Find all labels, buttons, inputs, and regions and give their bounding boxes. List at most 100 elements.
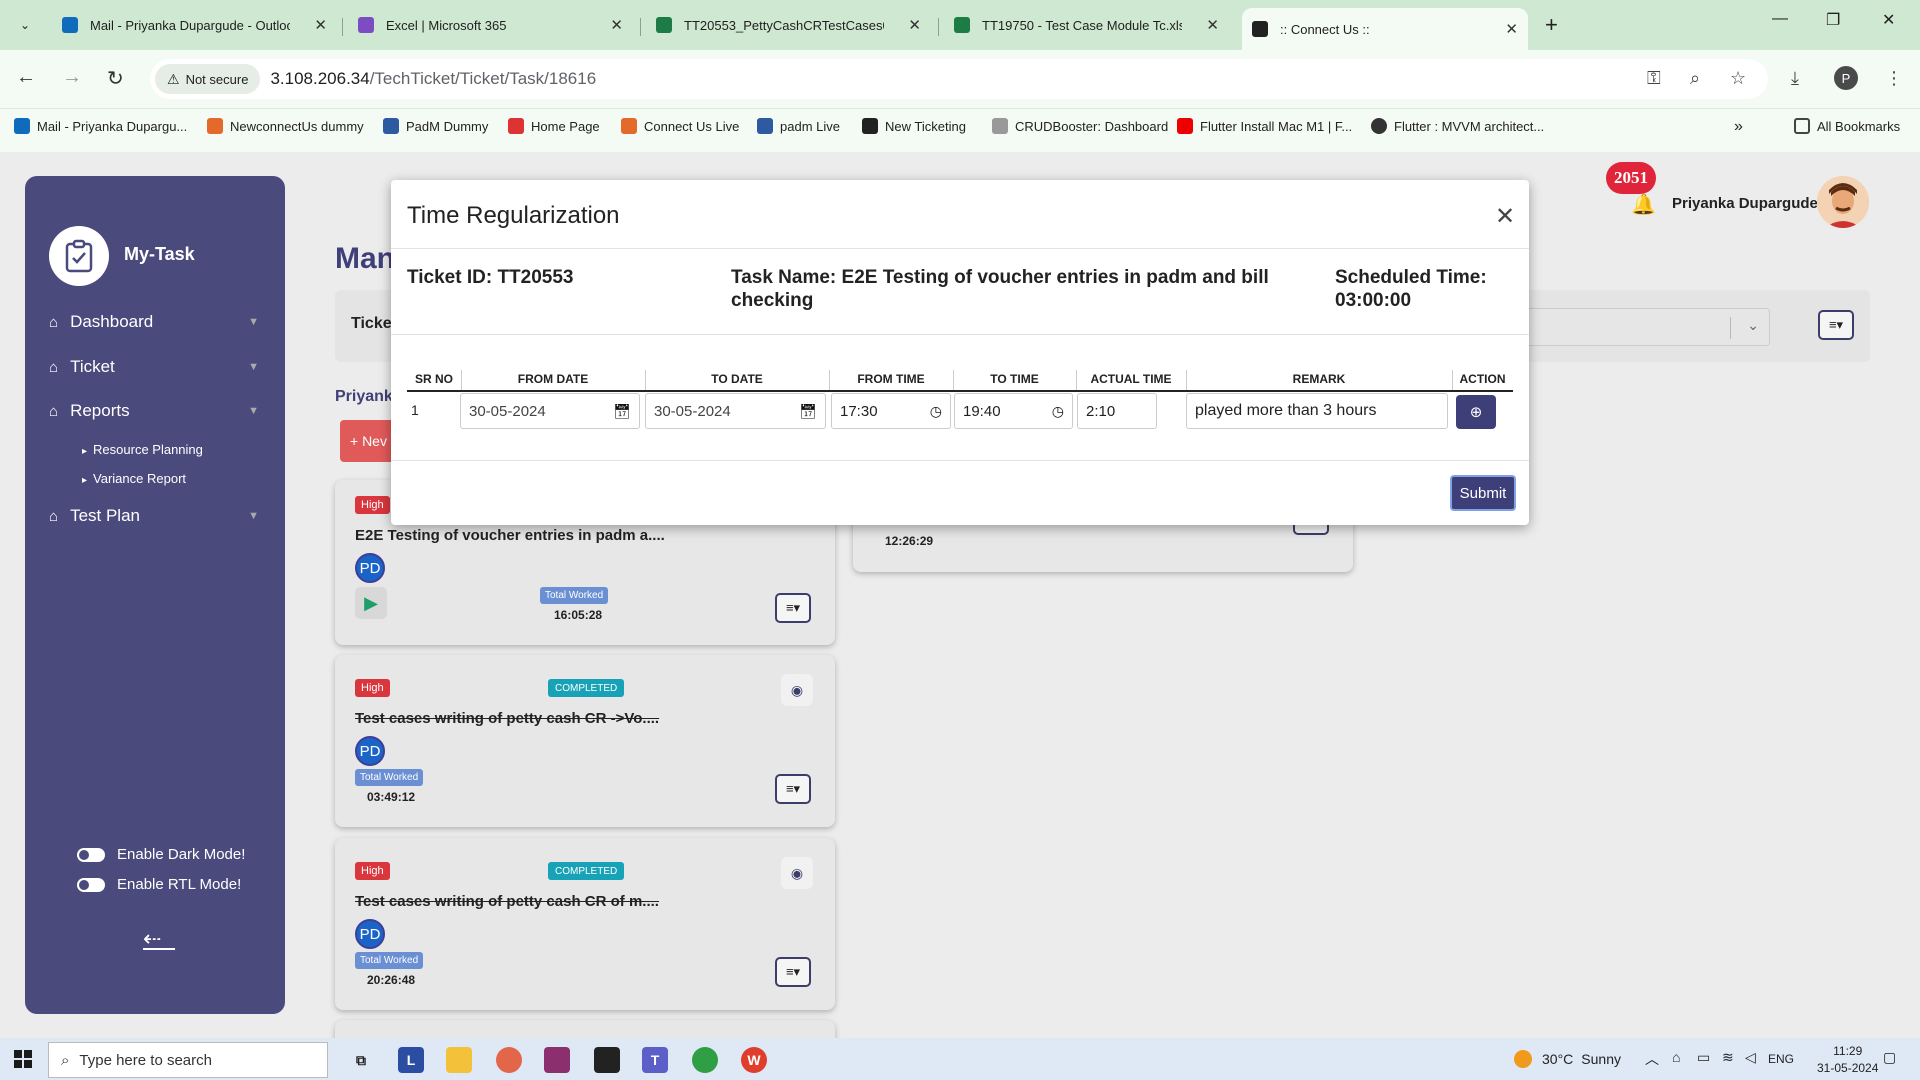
address-bar[interactable]: ⚠ Not secure 3.108.206.34/TechTicket/Tic… xyxy=(150,59,1768,99)
clock-icon[interactable]: ◷ xyxy=(930,403,942,420)
kebab-menu-icon[interactable]: ⋮ xyxy=(1885,68,1903,89)
close-tab-icon[interactable]: ✕ xyxy=(1505,20,1518,38)
zoom-icon[interactable]: ⌕ xyxy=(1690,68,1700,89)
clock-icon[interactable]: ◷ xyxy=(1052,403,1064,420)
profile-avatar[interactable]: P xyxy=(1834,66,1858,90)
close-window-icon[interactable]: ✕ xyxy=(1882,10,1895,30)
sidebar-sub-variance-report[interactable]: Variance Report xyxy=(82,471,186,486)
rtl-mode-toggle-row[interactable]: Enable RTL Mode! xyxy=(77,876,241,893)
eye-icon[interactable]: ◉ xyxy=(781,674,813,706)
tab-outlook[interactable]: Mail - Priyanka Dupargude - Outlook ✕ xyxy=(52,8,337,42)
bookmark-item[interactable]: CRUDBooster: Dashboard xyxy=(992,118,1168,134)
close-tab-icon[interactable]: ✕ xyxy=(908,16,921,34)
filter-menu-button[interactable]: ≡▾ xyxy=(1818,310,1854,340)
bookmark-item[interactable]: NewconnectUs dummy xyxy=(207,118,364,134)
task-card[interactable]: High COMPLETED ◉ Test cases writing of p… xyxy=(335,655,835,827)
bookmark-item[interactable]: Home Page xyxy=(508,118,600,134)
more-bookmarks-chevron-icon[interactable]: » xyxy=(1734,118,1743,136)
dark-mode-toggle[interactable] xyxy=(77,847,105,862)
calendar-icon[interactable]: 📅︎ xyxy=(613,403,631,420)
network-icon[interactable]: ⌂ xyxy=(1672,1049,1680,1065)
card-menu-button[interactable]: ≡▾ xyxy=(775,957,811,987)
close-tab-icon[interactable]: ✕ xyxy=(1206,16,1219,34)
wifi-icon[interactable]: ≋ xyxy=(1722,1049,1734,1066)
to-time-input[interactable]: 19:40 ◷ xyxy=(954,393,1073,429)
sidebar-item-ticket[interactable]: ⌂ Ticket ▼ xyxy=(49,357,259,377)
task-title[interactable]: Test cases writing of petty cash CR ->Vo… xyxy=(355,710,659,727)
bookmark-item[interactable]: Mail - Priyanka Dupargu... xyxy=(14,118,187,134)
windows-start-icon[interactable] xyxy=(14,1050,32,1068)
user-name[interactable]: Priyanka Dupargude xyxy=(1672,195,1818,212)
add-row-button[interactable]: ⊕ xyxy=(1456,395,1496,429)
tab-petty-cash-xlsx[interactable]: TT20553_PettyCashCRTestCases09 (1) ✕ xyxy=(646,8,931,42)
bookmark-item[interactable]: Connect Us Live xyxy=(621,118,739,134)
volume-icon[interactable]: ◁ xyxy=(1745,1049,1756,1066)
wps-office-icon[interactable]: W xyxy=(741,1047,767,1073)
submit-button[interactable]: Submit xyxy=(1450,475,1516,511)
bookmark-item[interactable]: New Ticketing xyxy=(862,118,966,134)
all-bookmarks[interactable]: All Bookmarks xyxy=(1794,118,1900,134)
back-arrow-icon[interactable]: ← xyxy=(16,66,36,89)
tray-chevron-icon[interactable]: ︿ xyxy=(1645,1049,1659,1069)
task-card[interactable]: High COMPLETED ◉ Test cases writing of p… xyxy=(335,838,835,1010)
sidebar-item-reports[interactable]: ⌂ Reports ▼ xyxy=(49,401,259,421)
sticky-notes-icon[interactable] xyxy=(594,1047,620,1073)
notification-center-icon[interactable]: ▢ xyxy=(1883,1049,1896,1066)
play-icon[interactable]: ▶ xyxy=(355,587,387,619)
taskbar-search-input[interactable]: ⌕ Type here to search xyxy=(48,1042,328,1078)
url-text[interactable]: 3.108.206.34/TechTicket/Ticket/Task/1861… xyxy=(270,69,596,89)
tab-excel-365[interactable]: Excel | Microsoft 365 ✕ xyxy=(348,8,633,42)
language-indicator[interactable]: ENG xyxy=(1768,1052,1794,1066)
from-date-input[interactable]: 30-05-2024 📅︎ xyxy=(460,393,640,429)
teams-icon[interactable]: T xyxy=(642,1047,668,1073)
bookmark-item[interactable]: Flutter : MVVM architect... xyxy=(1371,118,1544,134)
close-tab-icon[interactable]: ✕ xyxy=(314,16,327,34)
notification-count-badge[interactable]: 2051 xyxy=(1606,162,1656,194)
eye-icon[interactable]: ◉ xyxy=(781,857,813,889)
card-menu-button[interactable]: ≡▾ xyxy=(775,593,811,623)
sidebar-item-test-plan[interactable]: ⌂ Test Plan ▼ xyxy=(49,506,259,526)
calendar-icon[interactable]: 📅︎ xyxy=(799,403,817,420)
sidebar-sub-resource-planning[interactable]: Resource Planning xyxy=(82,442,203,457)
tab-search-chevron-icon[interactable]: ⌄ xyxy=(12,12,38,38)
l-app-icon[interactable]: L xyxy=(398,1047,424,1073)
weather-widget[interactable]: 30°C Sunny xyxy=(1514,1050,1621,1068)
task-title[interactable]: E2E Testing of voucher entries in padm a… xyxy=(355,527,665,544)
chrome-icon[interactable] xyxy=(692,1047,718,1073)
battery-icon[interactable]: ▭ xyxy=(1697,1049,1710,1066)
bookmark-item[interactable]: PadM Dummy xyxy=(383,118,488,134)
bookmark-item[interactable]: Flutter Install Mac M1 | F... xyxy=(1177,118,1352,134)
winrar-icon[interactable] xyxy=(544,1047,570,1073)
close-tab-icon[interactable]: ✕ xyxy=(610,16,623,34)
rtl-mode-toggle[interactable] xyxy=(77,877,105,892)
task-view-icon[interactable]: ⧉ xyxy=(348,1047,374,1073)
reload-icon[interactable]: ↻ xyxy=(107,66,124,91)
card-menu-button[interactable]: ≡▾ xyxy=(775,774,811,804)
avatar[interactable] xyxy=(1817,176,1869,228)
bookmark-item[interactable]: padm Live xyxy=(757,118,840,134)
task-title[interactable]: Test cases writing of petty cash CR of m… xyxy=(355,893,659,910)
filter-select[interactable]: ⌄ xyxy=(1520,308,1770,346)
security-chip[interactable]: ⚠ Not secure xyxy=(155,64,261,94)
actual-time-input[interactable]: 2:10 xyxy=(1077,393,1157,429)
download-icon[interactable]: ⤓ xyxy=(1791,68,1799,89)
firefox-icon[interactable] xyxy=(496,1047,522,1073)
taskbar-clock[interactable]: 11:29 31-05-2024 xyxy=(1817,1043,1878,1077)
restore-icon[interactable]: ❐ xyxy=(1826,10,1840,30)
tab-title: TT19750 - Test Case Module Tc.xlsx xyxy=(982,17,1182,33)
tab-connect-us[interactable]: :: Connect Us :: ✕ xyxy=(1242,8,1528,50)
forward-arrow-icon[interactable]: → xyxy=(62,66,82,89)
close-icon[interactable]: ✕ xyxy=(1495,202,1515,231)
file-explorer-icon[interactable] xyxy=(446,1047,472,1073)
remark-input[interactable]: played more than 3 hours xyxy=(1186,393,1448,429)
minimize-icon[interactable]: — xyxy=(1772,10,1788,28)
from-time-input[interactable]: 17:30 ◷ xyxy=(831,393,951,429)
bookmark-star-icon[interactable]: ☆ xyxy=(1730,68,1746,89)
tab-test-case-module[interactable]: TT19750 - Test Case Module Tc.xlsx ✕ xyxy=(944,8,1229,42)
to-date-input[interactable]: 30-05-2024 📅︎ xyxy=(645,393,826,429)
bell-icon[interactable]: 🔔 xyxy=(1631,192,1656,217)
password-key-icon[interactable]: ⚿ xyxy=(1647,68,1661,89)
sidebar-item-dashboard[interactable]: ⌂ Dashboard ▼ xyxy=(49,312,259,332)
new-tab-plus-icon[interactable]: + xyxy=(1545,12,1558,38)
dark-mode-toggle-row[interactable]: Enable Dark Mode! xyxy=(77,846,245,863)
